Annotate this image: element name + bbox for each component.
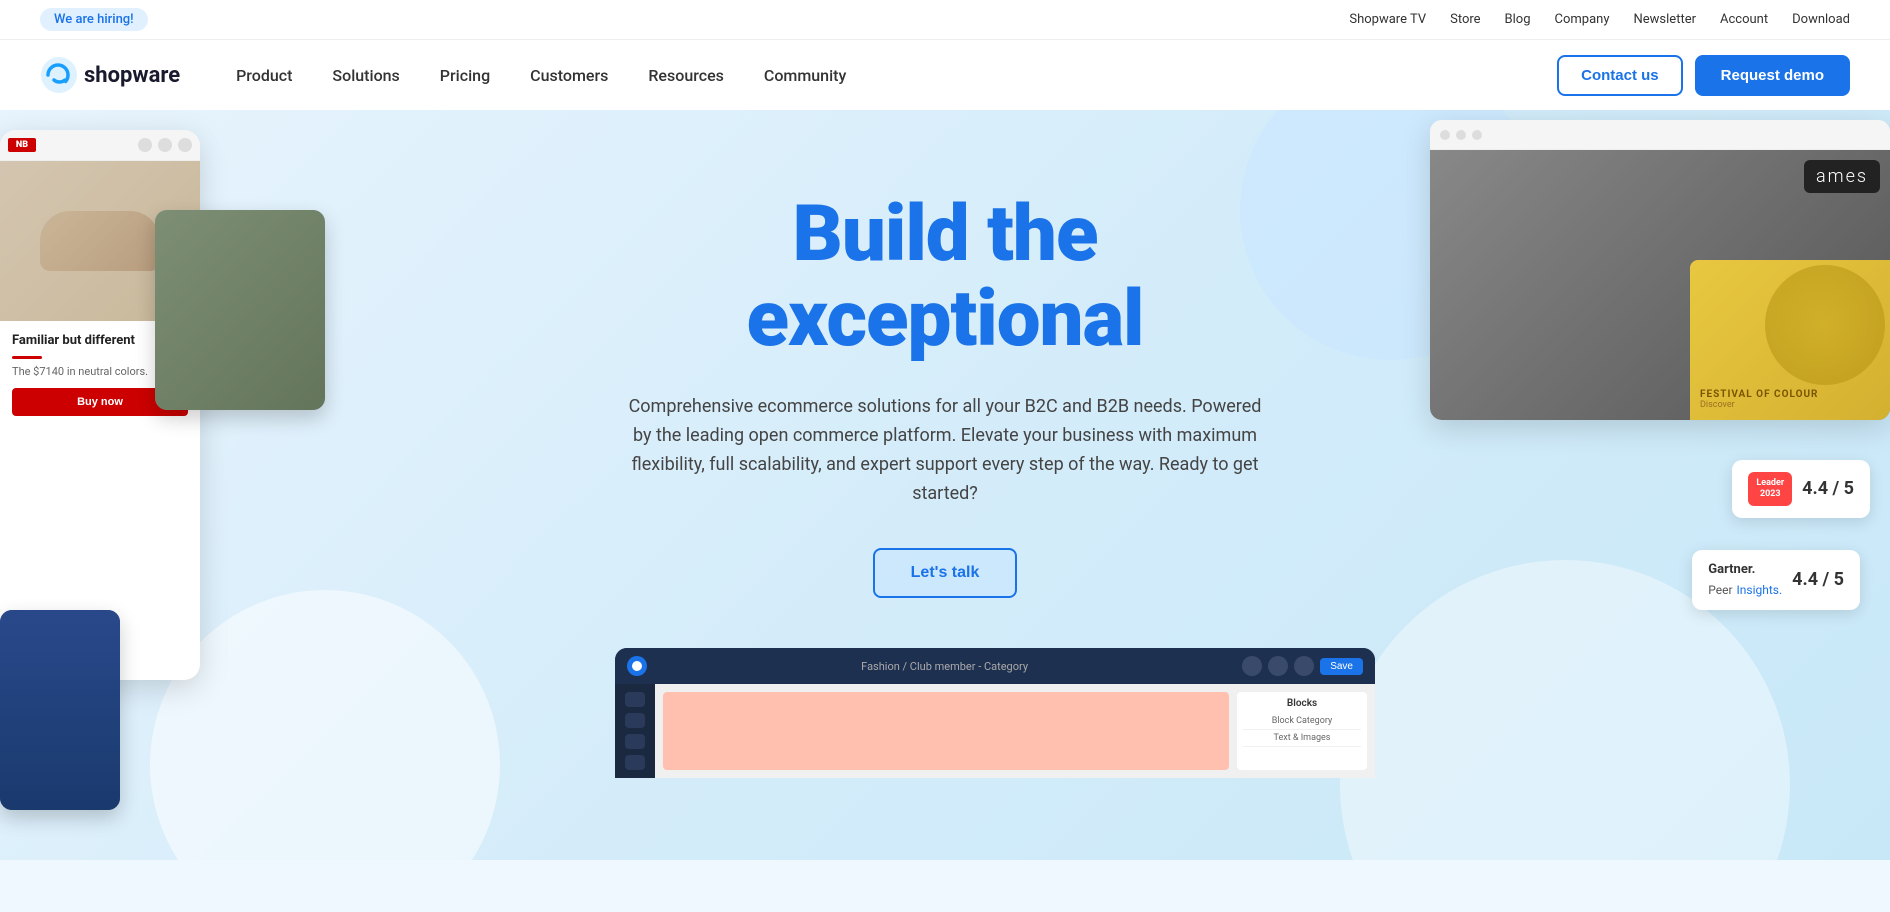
hiring-badge[interactable]: We are hiring! (40, 8, 148, 31)
dashboard-preview: Fashion / Club member - Category Save (615, 648, 1375, 778)
dashboard-body: Blocks Block Category Text & Images (615, 684, 1375, 778)
ames-brand-badge: ames (1804, 160, 1880, 193)
gartner-peer-insights: Peer Insights. (1708, 579, 1782, 598)
logo[interactable]: shopware (40, 56, 180, 94)
hero-section: NB Familiar but different The $7140 in n… (0, 110, 1890, 860)
dash-main-area: Blocks Block Category Text & Images (655, 684, 1375, 778)
dash-panel-title: Blocks (1243, 698, 1361, 709)
hero-center: Build the exceptional Comprehensive ecom… (595, 192, 1295, 779)
hero-subtitle: Comprehensive ecommerce solutions for al… (625, 393, 1265, 508)
demo-button[interactable]: Request demo (1695, 55, 1850, 96)
nb-menu-icon (178, 138, 192, 152)
contact-button[interactable]: Contact us (1557, 55, 1683, 96)
logo-text: shopware (84, 63, 180, 88)
dash-canvas (663, 692, 1229, 770)
blurred-person-bottom-image (0, 610, 120, 810)
nb-search-icon (138, 138, 152, 152)
nav-link-product[interactable]: Product (220, 58, 308, 93)
nav-link-customers[interactable]: Customers (514, 58, 624, 93)
fashion-close-dot (1440, 130, 1450, 140)
gartner-info: Gartner. Peer Insights. (1708, 562, 1782, 598)
nav-link-resources[interactable]: Resources (632, 58, 740, 93)
festival-title: FESTIVAL OF COLOUR (1700, 389, 1880, 400)
right-screenshots: ames FESTIVAL OF COLOUR Discover Leader … (1390, 120, 1890, 420)
leader-rating-score: 4.4 / 5 (1802, 478, 1854, 499)
shopware-logo-icon (40, 56, 78, 94)
nb-topbar: NB (0, 130, 200, 161)
nb-logo-icon: NB (8, 138, 36, 152)
blurred-top-screenshot (155, 210, 325, 410)
gartner-rating-badge: Gartner. Peer Insights. 4.4 / 5 (1692, 550, 1860, 610)
fashion-topbar (1430, 120, 1890, 150)
top-bar: We are hiring! Shopware TV Store Blog Co… (0, 0, 1890, 40)
shoe-image (40, 211, 160, 271)
dash-panel-item-1[interactable]: Block Category (1243, 713, 1361, 730)
fashion-screenshot: ames FESTIVAL OF COLOUR Discover (1430, 120, 1890, 420)
dash-panel-item-2[interactable]: Text & Images (1243, 730, 1361, 747)
hero-title-line1: Build the (793, 189, 1098, 280)
dash-home-icon (625, 692, 645, 707)
dash-sidebar (615, 684, 655, 778)
dash-breadcrumb: Fashion / Club member - Category (655, 660, 1234, 673)
fashion-body: ames FESTIVAL OF COLOUR Discover (1430, 150, 1890, 420)
festival-chair-graphic (1765, 265, 1885, 385)
dash-logo-icon (627, 656, 647, 676)
dash-edit-icon (625, 755, 645, 770)
nav-link-pricing[interactable]: Pricing (424, 58, 506, 93)
dash-user3-icon (1294, 656, 1314, 676)
gartner-insights-label: Insights. (1737, 583, 1783, 597)
topbar-link-company[interactable]: Company (1555, 12, 1610, 27)
dash-grid-icon (625, 713, 645, 728)
dashboard-topbar: Fashion / Club member - Category Save (615, 648, 1375, 684)
gartner-label: Gartner. (1708, 562, 1782, 579)
gartner-peer-label: Peer (1708, 583, 1732, 597)
dash-user-icon (1242, 656, 1262, 676)
main-nav: shopware Product Solutions Pricing Custo… (0, 40, 1890, 110)
fashion-min-dot (1456, 130, 1466, 140)
nav-buttons: Contact us Request demo (1557, 55, 1850, 96)
hero-title-line2: exceptional (747, 274, 1144, 365)
nav-link-solutions[interactable]: Solutions (316, 58, 415, 93)
topbar-link-store[interactable]: Store (1450, 12, 1480, 27)
dash-save-button[interactable]: Save (1320, 658, 1363, 675)
blurred-person-image (155, 210, 325, 410)
dash-settings-icon (625, 734, 645, 749)
festival-discover-link[interactable]: Discover (1700, 400, 1880, 410)
dash-actions: Save (1242, 656, 1363, 676)
leader-rating-badge: Leader 2023 4.4 / 5 (1732, 460, 1870, 518)
product-divider (12, 356, 42, 359)
topbar-link-blog[interactable]: Blog (1505, 12, 1531, 27)
topbar-link-newsletter[interactable]: Newsletter (1634, 12, 1697, 27)
nb-cart-icon (158, 138, 172, 152)
nav-link-community[interactable]: Community (748, 58, 862, 93)
hero-title: Build the exceptional (615, 192, 1275, 364)
topbar-link-shopware-tv[interactable]: Shopware TV (1349, 12, 1426, 27)
nav-links: Product Solutions Pricing Customers Reso… (220, 58, 1557, 93)
topbar-link-download[interactable]: Download (1792, 12, 1850, 27)
festival-overlay: FESTIVAL OF COLOUR Discover (1690, 260, 1890, 420)
blurred-bottom-screenshot (0, 610, 120, 810)
lets-talk-button[interactable]: Let's talk (873, 548, 1018, 598)
nb-nav-icons (138, 138, 192, 152)
leader-badge-year: 2023 (1756, 489, 1784, 500)
left-screenshots: NB Familiar but different The $7140 in n… (0, 130, 370, 810)
gartner-rating-score: 4.4 / 5 (1792, 569, 1844, 590)
leader-badge-icon: Leader 2023 (1748, 472, 1792, 506)
dash-blocks-panel: Blocks Block Category Text & Images (1237, 692, 1367, 770)
fashion-max-dot (1472, 130, 1482, 140)
leader-badge-label: Leader (1756, 478, 1784, 489)
dash-user2-icon (1268, 656, 1288, 676)
topbar-link-account[interactable]: Account (1720, 12, 1768, 27)
